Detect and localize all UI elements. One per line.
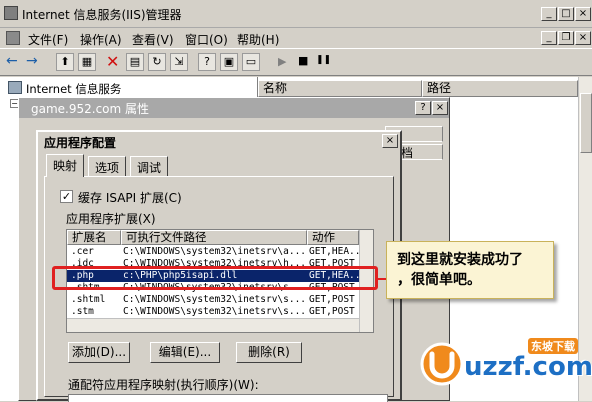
properties-help-button[interactable]: ? [415,101,431,115]
app-icon [4,6,18,20]
properties-bg-label: 档 [401,146,414,160]
tab-options[interactable]: 选项 [88,156,127,176]
window-title: Internet 信息服务(IIS)管理器 [22,8,182,22]
delete-icon[interactable]: ✕ [106,52,119,71]
row-path: C:\WINDOWS\system32\inetsrv\s... [123,294,307,305]
annotation-callout: 到这里就安装成功了 ，很简单吧。 [386,241,554,299]
tab-mappings[interactable]: 映射 [46,154,85,177]
delete-button[interactable]: 删除(R) [236,342,302,363]
pause-icon[interactable]: ❚❚ [316,55,331,65]
mdi-close-button[interactable]: × [575,31,591,45]
row-path: C:\WINDOWS\system32\inetsrv\s... [123,306,307,317]
watermark-brand: uzzf.com [464,352,592,382]
main-title-bar: Internet 信息服务(IIS)管理器 _ □ × [0,0,592,28]
tree-root-item[interactable]: Internet 信息服务 [26,81,121,97]
forward-icon[interactable]: → [26,53,38,69]
iis-root-icon [8,81,22,94]
close-button[interactable]: × [575,7,591,21]
app-config-title-bar: 应用程序配置 × [38,132,400,152]
properties-close-button[interactable]: × [432,101,448,115]
column-executable-path[interactable]: 可执行文件路径 [121,230,307,245]
menu-file[interactable]: 文件(F) [28,31,68,48]
callout-line-2: ，很简单吧。 [397,272,481,288]
refresh-icon[interactable]: ↻ [148,53,166,71]
stop-icon[interactable]: ■ [298,54,308,67]
add-button[interactable]: 添加(D)... [68,342,130,363]
toolbar: ← → ⬆ ▦ ✕ ▤ ↻ ⇲ ? ▣ ▭ ▶ ■ ❚❚ [0,48,592,76]
app-config-close-button[interactable]: × [382,134,398,148]
maximize-button[interactable]: □ [558,7,574,21]
callout-text: 到这里就安装成功了 ，很简单吧。 [397,250,547,290]
watermark-cn-label: 东坡下载 [528,338,578,354]
console-icon[interactable]: ▣ [220,53,238,71]
properties-title-bar: game.952.com 属性 ? × [19,98,449,118]
column-path[interactable]: 路径 [422,80,578,97]
mdi-minimize-button[interactable]: _ [541,31,557,45]
highlight-box [52,266,378,290]
menu-help[interactable]: 帮助(H) [237,31,279,48]
minimize-button[interactable]: _ [541,7,557,21]
column-extension[interactable]: 扩展名 [67,230,121,245]
row-action: GET,HEA... [309,246,367,257]
show-tree-icon[interactable]: ▦ [78,53,96,71]
cache-isapi-label: 缓存 ISAPI 扩展(C) [78,191,182,205]
properties-title: game.952.com 属性 [31,102,150,116]
row-extension: .stm [71,306,94,317]
list-horizontal-scrollbar[interactable] [67,318,359,332]
mdi-restore-button[interactable]: ❐ [558,31,574,45]
menu-window[interactable]: 窗口(O) [185,31,228,48]
app-extensions-group-label: 应用程序扩展(X) [66,212,156,226]
extension-row[interactable]: .cer C:\WINDOWS\system32\inetsrv\a... GE… [67,246,373,258]
mmc-icon [6,31,20,45]
app-config-title: 应用程序配置 [44,136,117,150]
edit-button[interactable]: 编辑(E)... [150,342,220,363]
menu-action[interactable]: 操作(A) [80,31,122,48]
play-icon[interactable]: ▶ [278,55,286,68]
menu-bar: 文件(F) 操作(A) 查看(V) 窗口(O) 帮助(H) _ ❐ × [0,28,592,48]
row-action: GET,POST [309,294,355,305]
menu-view[interactable]: 查看(V) [132,31,174,48]
wildcard-mapping-label: 通配符应用程序映射(执行顺序)(W): [68,378,259,392]
callout-line-1: 到这里就安装成功了 [397,252,523,268]
cache-isapi-checkbox[interactable]: ✓ [60,190,73,203]
row-action: GET,POST [309,306,355,317]
scroll-thumb[interactable] [580,93,592,153]
tab-debugging[interactable]: 调试 [130,156,169,176]
properties-icon[interactable]: ▤ [126,53,144,71]
export-icon[interactable]: ⇲ [170,53,188,71]
watermark: uzzf.com 东坡下载 [420,330,592,394]
row-path: C:\WINDOWS\system32\inetsrv\a... [123,246,307,257]
extension-row[interactable]: .stm C:\WINDOWS\system32\inetsrv\s... GE… [67,306,373,318]
computer-icon[interactable]: ▭ [242,53,260,71]
row-extension: .cer [71,246,94,257]
column-verbs[interactable]: 动作 [307,230,359,245]
up-folder-icon[interactable]: ⬆ [56,53,74,71]
column-name[interactable]: 名称 [258,80,422,97]
help-icon[interactable]: ? [198,53,216,71]
extension-row[interactable]: .shtml C:\WINDOWS\system32\inetsrv\s... … [67,294,373,306]
row-extension: .shtml [71,294,106,305]
back-icon[interactable]: ← [6,53,18,69]
